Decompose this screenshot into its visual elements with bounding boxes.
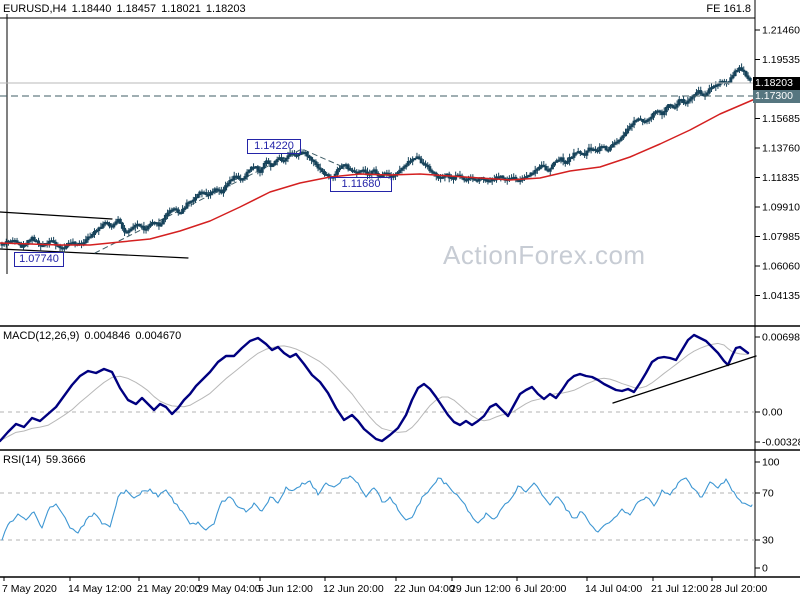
rsi-axis-label: 0 — [762, 563, 768, 575]
rsi-axis-label: 70 — [762, 488, 774, 500]
price-axis-label: 1.06060 — [762, 261, 800, 273]
time-axis-label: 14 Jul 04:00 — [585, 583, 642, 595]
time-axis-label: 12 Jun 20:00 — [323, 583, 384, 595]
price-axis-label: 1.09910 — [762, 202, 800, 214]
time-axis-label: 29 May 04:00 — [197, 583, 261, 595]
time-axis-label: 22 Jun 04:00 — [394, 583, 455, 595]
price-axis-label: 1.11835 — [762, 172, 799, 184]
mt4-chart-window: EURUSD,H4 1.18440 1.18457 1.18021 1.18203 FE… — [0, 0, 800, 600]
price-axis-label: 1.19535 — [762, 54, 800, 66]
swing-low-left-annotation[interactable]: 1.07740 — [14, 252, 64, 267]
current-price-tag: 1.18203 — [753, 76, 800, 90]
time-axis-label: 28 Jul 20:00 — [710, 583, 767, 595]
support-level-tag: 1.17300 — [753, 89, 800, 103]
macd-axis-label: 0.00 — [762, 407, 783, 419]
rsi-axis-label: 30 — [762, 535, 774, 547]
price-axis-label: 1.07985 — [762, 231, 800, 243]
main-chart-surface[interactable] — [0, 0, 755, 326]
time-axis-label: 21 Jul 12:00 — [651, 583, 708, 595]
time-axis-label: 6 Jul 20:00 — [515, 583, 567, 595]
time-axis-label: 5 Jun 12:00 — [258, 583, 313, 595]
price-axis-label: 1.04135 — [762, 290, 800, 302]
price-axis-label: 1.13760 — [762, 143, 800, 155]
chart-canvas[interactable]: 1.214601.195351.176101.156851.137601.118… — [0, 0, 800, 600]
macd-axis-label: 0.006984 — [762, 332, 800, 344]
swing-low-mid-annotation[interactable]: 1.11680 — [330, 177, 392, 192]
price-axis-label: 1.21460 — [762, 25, 800, 37]
time-axis-label: 29 Jun 12:00 — [450, 583, 511, 595]
rsi-axis-label: 100 — [762, 457, 780, 469]
swing-high-annotation[interactable]: 1.14220 — [247, 139, 301, 154]
time-axis-label: 7 May 2020 — [2, 583, 57, 595]
time-axis-label: 14 May 12:00 — [68, 583, 132, 595]
price-axis-label: 1.15685 — [762, 113, 800, 125]
macd-axis-label: -0.00328 — [762, 437, 800, 449]
time-axis-label: 21 May 20:00 — [137, 583, 201, 595]
